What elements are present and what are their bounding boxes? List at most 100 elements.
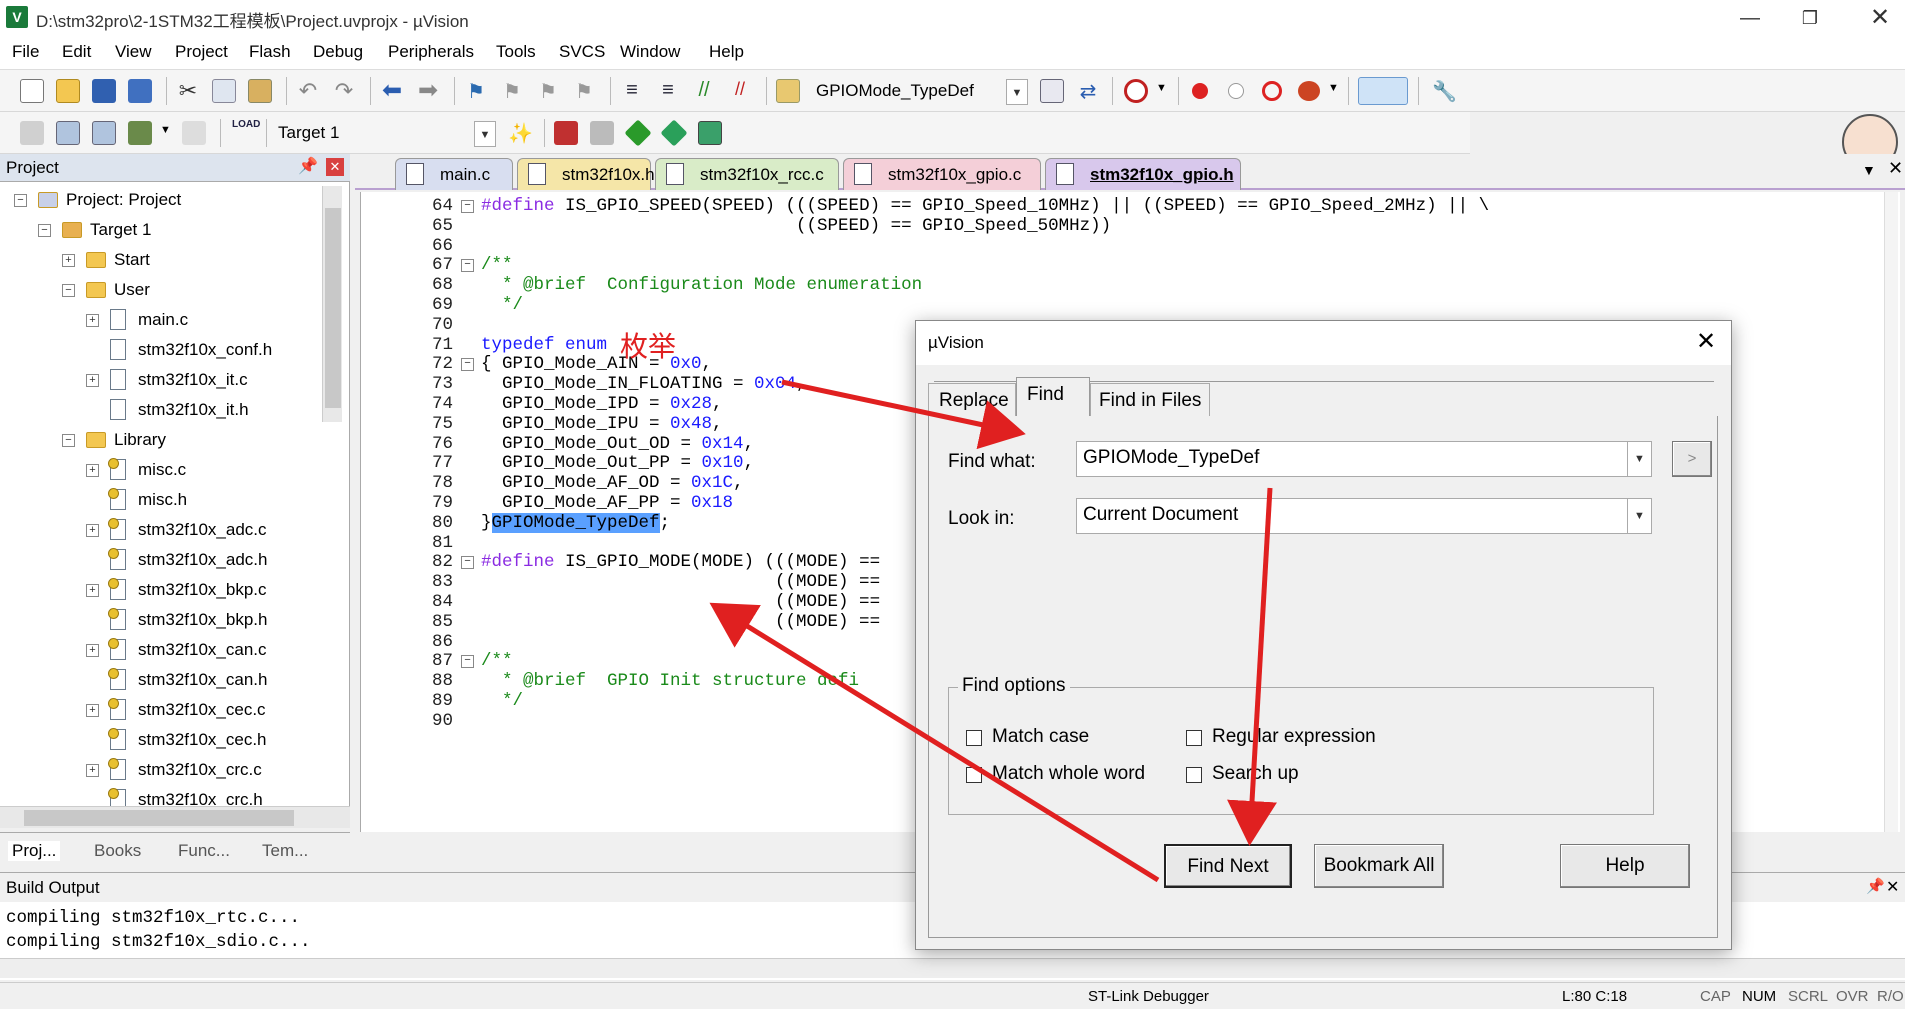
tree-item[interactable]: stm32f10x_it.h [0,396,320,426]
target-combo[interactable]: Target 1 [272,119,497,147]
download-icon[interactable]: LOAD [232,119,260,143]
next-bookmark-icon[interactable]: ⚑ [536,79,560,103]
chevron-down-icon[interactable]: ▼ [160,124,171,136]
menu-tools[interactable]: Tools [496,42,536,62]
find-combo[interactable]: GPIOMode_TypeDef [810,77,1030,105]
expand-icon[interactable]: + [86,464,99,477]
build-icon[interactable] [56,121,80,145]
manage-packs-icon[interactable] [624,119,652,147]
find-in-files-icon[interactable] [776,79,800,103]
translate-icon[interactable] [20,121,44,145]
bookmark-icon[interactable]: ⚑ [464,79,488,103]
tab-functions[interactable]: Func... [178,841,230,861]
find-icon[interactable] [1040,79,1064,103]
target-options-icon[interactable]: ✨ [508,121,533,145]
replace-icon[interactable]: ⇄ [1076,79,1100,103]
find-what-dropdown-icon[interactable]: ▼ [1627,442,1651,476]
editor-tab[interactable]: stm32f10x_rcc.c [655,158,839,190]
tree-item[interactable]: − Library [0,426,320,456]
menu-project[interactable]: Project [175,42,228,62]
close-panel-icon[interactable]: ✕ [326,158,344,176]
fold-icon[interactable]: − [461,358,474,372]
stop-build-icon[interactable] [182,121,206,145]
whole-word-checkbox[interactable] [966,767,982,783]
regex-checkbox[interactable] [1186,730,1202,746]
help-button[interactable]: Help [1560,844,1690,888]
tree-item[interactable]: + stm32f10x_can.c [0,636,320,666]
kill-breakpoints-icon[interactable] [1262,81,1282,101]
undo-icon[interactable]: ↶ [296,79,320,103]
look-in-dropdown-icon[interactable]: ▼ [1627,499,1651,533]
collapse-icon[interactable]: − [38,224,51,237]
find-what-input[interactable]: GPIOMode_TypeDef ▼ [1076,441,1652,477]
fold-icon[interactable]: − [461,556,474,570]
editor-tab[interactable]: stm32f10x_gpio.h [1045,158,1241,190]
tree-item[interactable]: − Target 1 [0,216,320,246]
tab-templates[interactable]: Tem... [262,841,308,861]
expand-icon[interactable]: + [62,254,75,267]
indent-icon[interactable]: ≡ [620,79,644,103]
menu-help[interactable]: Help [709,42,744,62]
tab-project[interactable]: Proj... [8,841,61,861]
tree-item[interactable]: − Project: Project [0,186,320,216]
tree-item[interactable]: + main.c [0,306,320,336]
fold-icon[interactable]: − [461,655,474,669]
tree-item[interactable]: + stm32f10x_cec.c [0,696,320,726]
pin-icon[interactable]: 📌 [298,156,318,176]
disable-breakpoint-icon[interactable] [1228,83,1244,99]
editor-tab[interactable]: stm32f10x.h [517,158,655,190]
expand-icon[interactable]: + [86,704,99,717]
minimize-icon[interactable]: — [1730,4,1770,32]
select-packs-icon[interactable] [660,119,688,147]
chevron-down-icon[interactable]: ▼ [1328,82,1339,94]
menu-edit[interactable]: Edit [62,42,91,62]
tree-item[interactable]: + stm32f10x_crc.c [0,756,320,786]
tree-item[interactable]: misc.h [0,486,320,516]
clear-bookmarks-icon[interactable]: ⚑ [572,79,596,103]
tree-item[interactable]: + stm32f10x_adc.c [0,516,320,546]
dialog-close-icon[interactable]: ✕ [1696,327,1716,356]
paste-icon[interactable] [248,79,272,103]
close-icon[interactable]: ✕ [1860,4,1900,32]
file-extensions-icon[interactable] [590,121,614,145]
comment-icon[interactable]: // [692,79,716,103]
tab-list-chevron-icon[interactable]: ▼ [1862,162,1876,178]
pin-icon[interactable]: 📌 [1866,877,1885,895]
redo-icon[interactable]: ↷ [332,79,356,103]
find-next-button[interactable]: Find Next [1164,844,1292,888]
rebuild-icon[interactable] [92,121,116,145]
uncomment-icon[interactable]: // [728,79,752,103]
close-tab-icon[interactable]: ✕ [1888,158,1903,179]
match-case-checkbox[interactable] [966,730,982,746]
close-panel-icon[interactable]: ✕ [1886,877,1899,897]
open-file-icon[interactable] [56,79,80,103]
unindent-icon[interactable]: ≡ [656,79,680,103]
find-combo-dropdown[interactable]: ▼ [1006,79,1028,105]
tab-replace[interactable]: Replace [928,383,1016,417]
tab-books[interactable]: Books [94,841,141,861]
manage-project-icon[interactable] [554,121,578,145]
tree-item[interactable]: stm32f10x_cec.h [0,726,320,756]
breakpoint-icon[interactable] [1192,83,1208,99]
nav-back-icon[interactable]: ⬅ [380,79,404,103]
tree-item[interactable]: + misc.c [0,456,320,486]
expand-icon[interactable]: + [86,524,99,537]
prev-bookmark-icon[interactable]: ⚑ [500,79,524,103]
build-h-scrollbar[interactable] [0,958,1905,978]
collapse-icon[interactable]: − [14,194,27,207]
breakpoints-list-icon[interactable] [1298,81,1320,101]
collapse-icon[interactable]: − [62,284,75,297]
more-button[interactable]: > [1672,441,1712,477]
tree-item[interactable]: stm32f10x_bkp.h [0,606,320,636]
fold-icon[interactable]: − [461,259,474,273]
new-file-icon[interactable] [20,79,44,103]
tree-item[interactable]: stm32f10x_conf.h [0,336,320,366]
save-icon[interactable] [92,79,116,103]
expand-icon[interactable]: + [86,374,99,387]
wrench-icon[interactable]: 🔧 [1432,79,1457,103]
tree-item[interactable]: stm32f10x_can.h [0,666,320,696]
tree-item[interactable]: + stm32f10x_it.c [0,366,320,396]
look-in-select[interactable]: Current Document ▼ [1076,498,1652,534]
tree-item[interactable]: stm32f10x_adc.h [0,546,320,576]
menu-flash[interactable]: Flash [249,42,291,62]
